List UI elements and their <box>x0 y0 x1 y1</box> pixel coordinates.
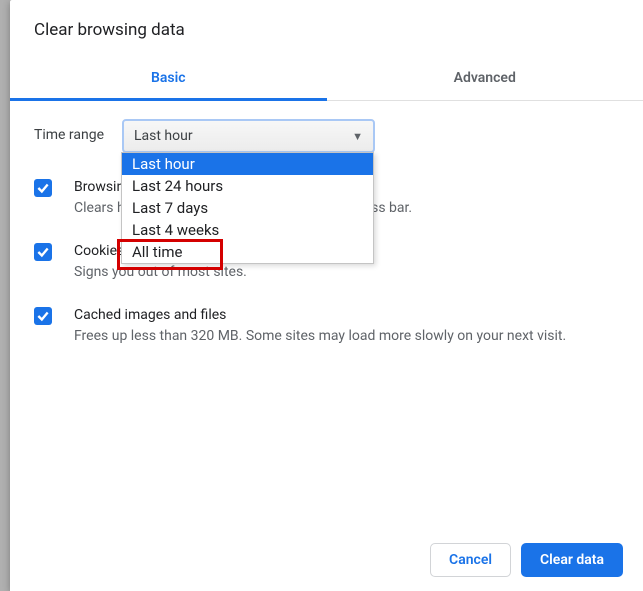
checkbox-text: Cached images and files Frees up less th… <box>74 305 619 347</box>
time-range-label: Time range <box>34 119 122 143</box>
option-last-hour[interactable]: Last hour <box>122 153 373 175</box>
option-last-7-days[interactable]: Last 7 days <box>122 197 373 219</box>
option-last-4-weeks[interactable]: Last 4 weeks <box>122 219 373 241</box>
option-all-time[interactable]: All time <box>122 241 373 263</box>
checkbox-row-cache: Cached images and files Frees up less th… <box>34 305 619 347</box>
tab-advanced[interactable]: Advanced <box>327 58 643 100</box>
time-range-selected-value: Last hour <box>134 128 193 144</box>
time-range-dropdown: Last hour Last 24 hours Last 7 days Last… <box>121 152 374 264</box>
checkbox-cache[interactable] <box>34 307 52 325</box>
option-last-24-hours[interactable]: Last 24 hours <box>122 175 373 197</box>
dialog-content: Time range Last hour ▼ Last hour Last 24… <box>10 101 643 529</box>
tab-label: Advanced <box>454 70 516 86</box>
time-range-row: Time range Last hour ▼ <box>34 119 619 153</box>
cancel-button[interactable]: Cancel <box>430 543 511 577</box>
chevron-down-icon: ▼ <box>352 130 363 143</box>
check-icon <box>36 245 50 259</box>
dialog-footer: Cancel Clear data <box>10 529 643 591</box>
dialog-title: Clear browsing data <box>10 0 643 58</box>
checkbox-title: Cached images and files <box>74 305 619 326</box>
check-icon <box>36 181 50 195</box>
tab-label: Basic <box>151 70 186 86</box>
tab-basic[interactable]: Basic <box>10 58 327 100</box>
checkbox-cookies[interactable] <box>34 243 52 261</box>
checkbox-desc: Frees up less than 320 MB. Some sites ma… <box>74 326 619 347</box>
clear-data-button[interactable]: Clear data <box>521 543 623 577</box>
clear-browsing-data-dialog: Clear browsing data Basic Advanced Time … <box>10 0 643 591</box>
checkbox-desc: Signs you out of most sites. <box>74 262 619 283</box>
time-range-select[interactable]: Last hour ▼ <box>122 119 375 153</box>
button-label: Clear data <box>540 552 604 568</box>
tab-bar: Basic Advanced <box>10 58 643 101</box>
check-icon <box>36 309 50 323</box>
button-label: Cancel <box>449 552 492 568</box>
checkbox-browsing-history[interactable] <box>34 179 52 197</box>
